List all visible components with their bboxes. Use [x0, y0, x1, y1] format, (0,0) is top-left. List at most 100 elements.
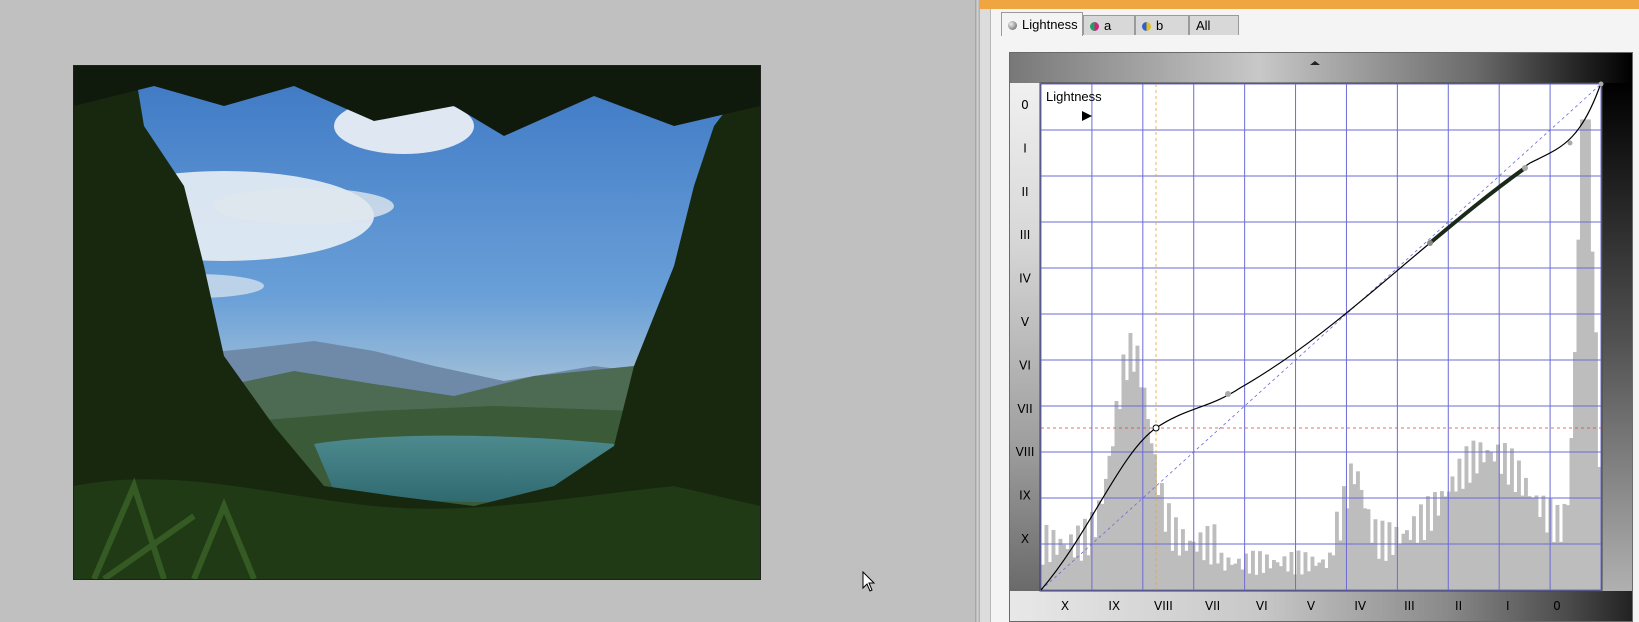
y-zone-label: 0 — [1021, 98, 1029, 112]
histogram-bar — [1352, 484, 1357, 590]
histogram-bar — [1485, 449, 1490, 590]
tab-all[interactable]: All — [1189, 15, 1239, 35]
histogram-bar — [1282, 556, 1287, 590]
histogram-bar — [1205, 525, 1210, 590]
histogram-bar — [1118, 409, 1122, 590]
tab-b-label: b — [1156, 18, 1164, 33]
tab-a[interactable]: a — [1083, 15, 1135, 35]
b-channel-icon — [1142, 22, 1151, 31]
histogram-bar — [1457, 458, 1462, 590]
histogram-bar — [1093, 537, 1098, 590]
histogram-bar — [1331, 555, 1336, 590]
histogram-bar — [1408, 539, 1413, 590]
histogram-bar — [1363, 508, 1367, 590]
histogram-bar — [1296, 550, 1301, 590]
histogram-bar — [1405, 530, 1409, 590]
histogram-bar — [1468, 482, 1472, 590]
curve-graph[interactable]: Lightness 0IIIIIIIVVVIVIIVIIIIXX X IX VIII… — [1010, 53, 1632, 621]
histogram-bar — [1541, 495, 1546, 590]
histogram-bar — [1202, 560, 1206, 590]
curve-anchor-point[interactable] — [1225, 391, 1231, 397]
histogram-bar — [1121, 354, 1126, 590]
x-zone-label: II — [1455, 599, 1462, 613]
histogram-bar — [1149, 443, 1154, 590]
gray-channel-icon — [1008, 21, 1017, 30]
y-zone-label: VII — [1017, 402, 1032, 416]
histogram-bar — [1356, 471, 1360, 590]
histogram-bar — [1499, 473, 1504, 590]
histogram-bar — [1517, 460, 1521, 590]
histogram-bar — [1419, 504, 1423, 590]
y-zone-label: IV — [1019, 272, 1032, 286]
histogram-bar — [1580, 119, 1584, 591]
histogram-bar — [1492, 461, 1497, 590]
histogram-bar — [1433, 492, 1437, 590]
histogram-bar — [1482, 462, 1486, 590]
histogram-bar — [1415, 542, 1420, 590]
histogram-bar — [1384, 560, 1388, 590]
histogram-bar — [1366, 509, 1371, 590]
curve-endpoint[interactable] — [1598, 81, 1604, 87]
x-zone-label: X — [1061, 599, 1069, 613]
histogram-bar — [1310, 556, 1315, 590]
x-zone-label: IX — [1108, 599, 1120, 613]
histogram-bar — [1447, 491, 1451, 590]
histogram-bar — [1359, 489, 1364, 590]
y-zone-label: X — [1021, 532, 1029, 546]
histogram-bar — [1534, 495, 1539, 590]
histogram-bar — [1475, 473, 1479, 590]
histogram-bar — [1303, 552, 1308, 590]
histogram-bar — [1097, 500, 1101, 590]
histogram-bar — [1443, 496, 1448, 590]
histogram-bar — [1401, 533, 1406, 590]
y-zone-label: III — [1020, 228, 1031, 242]
curve-anchor-point[interactable] — [1427, 240, 1433, 246]
histogram-bar — [1044, 524, 1049, 590]
histogram-bar — [1569, 437, 1574, 590]
tab-b[interactable]: b — [1135, 15, 1189, 35]
histogram-bar — [1100, 503, 1105, 590]
histogram-bar — [1391, 554, 1395, 590]
landscape-photo-preview[interactable] — [73, 65, 761, 580]
histogram-bar — [1293, 574, 1297, 590]
histogram-bar — [1454, 491, 1458, 590]
histogram-bar — [1471, 440, 1476, 590]
histogram-bar — [1450, 476, 1455, 590]
histogram-bar — [1128, 332, 1133, 590]
histogram-bar — [1062, 544, 1066, 590]
histogram-bar — [1198, 532, 1203, 590]
histogram-bar — [1426, 496, 1430, 590]
histogram-bar — [1573, 352, 1577, 590]
top-slider-marker-icon[interactable] — [1310, 61, 1320, 65]
y-zone-label: IX — [1019, 489, 1031, 503]
curve-anchor-point[interactable] — [1567, 140, 1573, 146]
curve-anchor-point[interactable] — [1522, 165, 1528, 171]
curve-control-point[interactable] — [1152, 424, 1160, 432]
histogram-bar — [1125, 380, 1129, 590]
x-zone-label: III — [1404, 599, 1415, 613]
histogram-bar — [1167, 503, 1171, 590]
histogram-bar — [1342, 486, 1346, 590]
histogram-bar — [1321, 559, 1325, 590]
y-zone-label: V — [1021, 315, 1030, 329]
tab-lightness[interactable]: Lightness — [1001, 12, 1083, 36]
histogram-bar — [1513, 492, 1518, 590]
histogram-bar — [1212, 524, 1217, 590]
histogram-bar — [1132, 371, 1136, 590]
y-zone-label: VIII — [1016, 445, 1035, 459]
histogram-bar — [1240, 569, 1245, 590]
x-zone-label: VIII — [1154, 599, 1173, 613]
histogram-bar — [1566, 505, 1570, 590]
histogram-bar — [1279, 566, 1283, 590]
histogram-bar — [1135, 345, 1140, 590]
histogram-bar — [1069, 534, 1073, 590]
histogram-bar — [1072, 557, 1077, 590]
histogram-bar — [1261, 572, 1266, 590]
histogram-bar — [1251, 550, 1255, 590]
histogram-bar — [1335, 511, 1339, 590]
curve-editor[interactable]: Lightness 0 I II III IV V VI VII VIII IX X X IX VIII… — [1009, 52, 1633, 622]
histogram-bar — [1114, 401, 1119, 590]
histogram-bar — [1111, 446, 1115, 590]
histogram-bar — [1237, 558, 1241, 590]
histogram-bar — [1373, 519, 1378, 590]
